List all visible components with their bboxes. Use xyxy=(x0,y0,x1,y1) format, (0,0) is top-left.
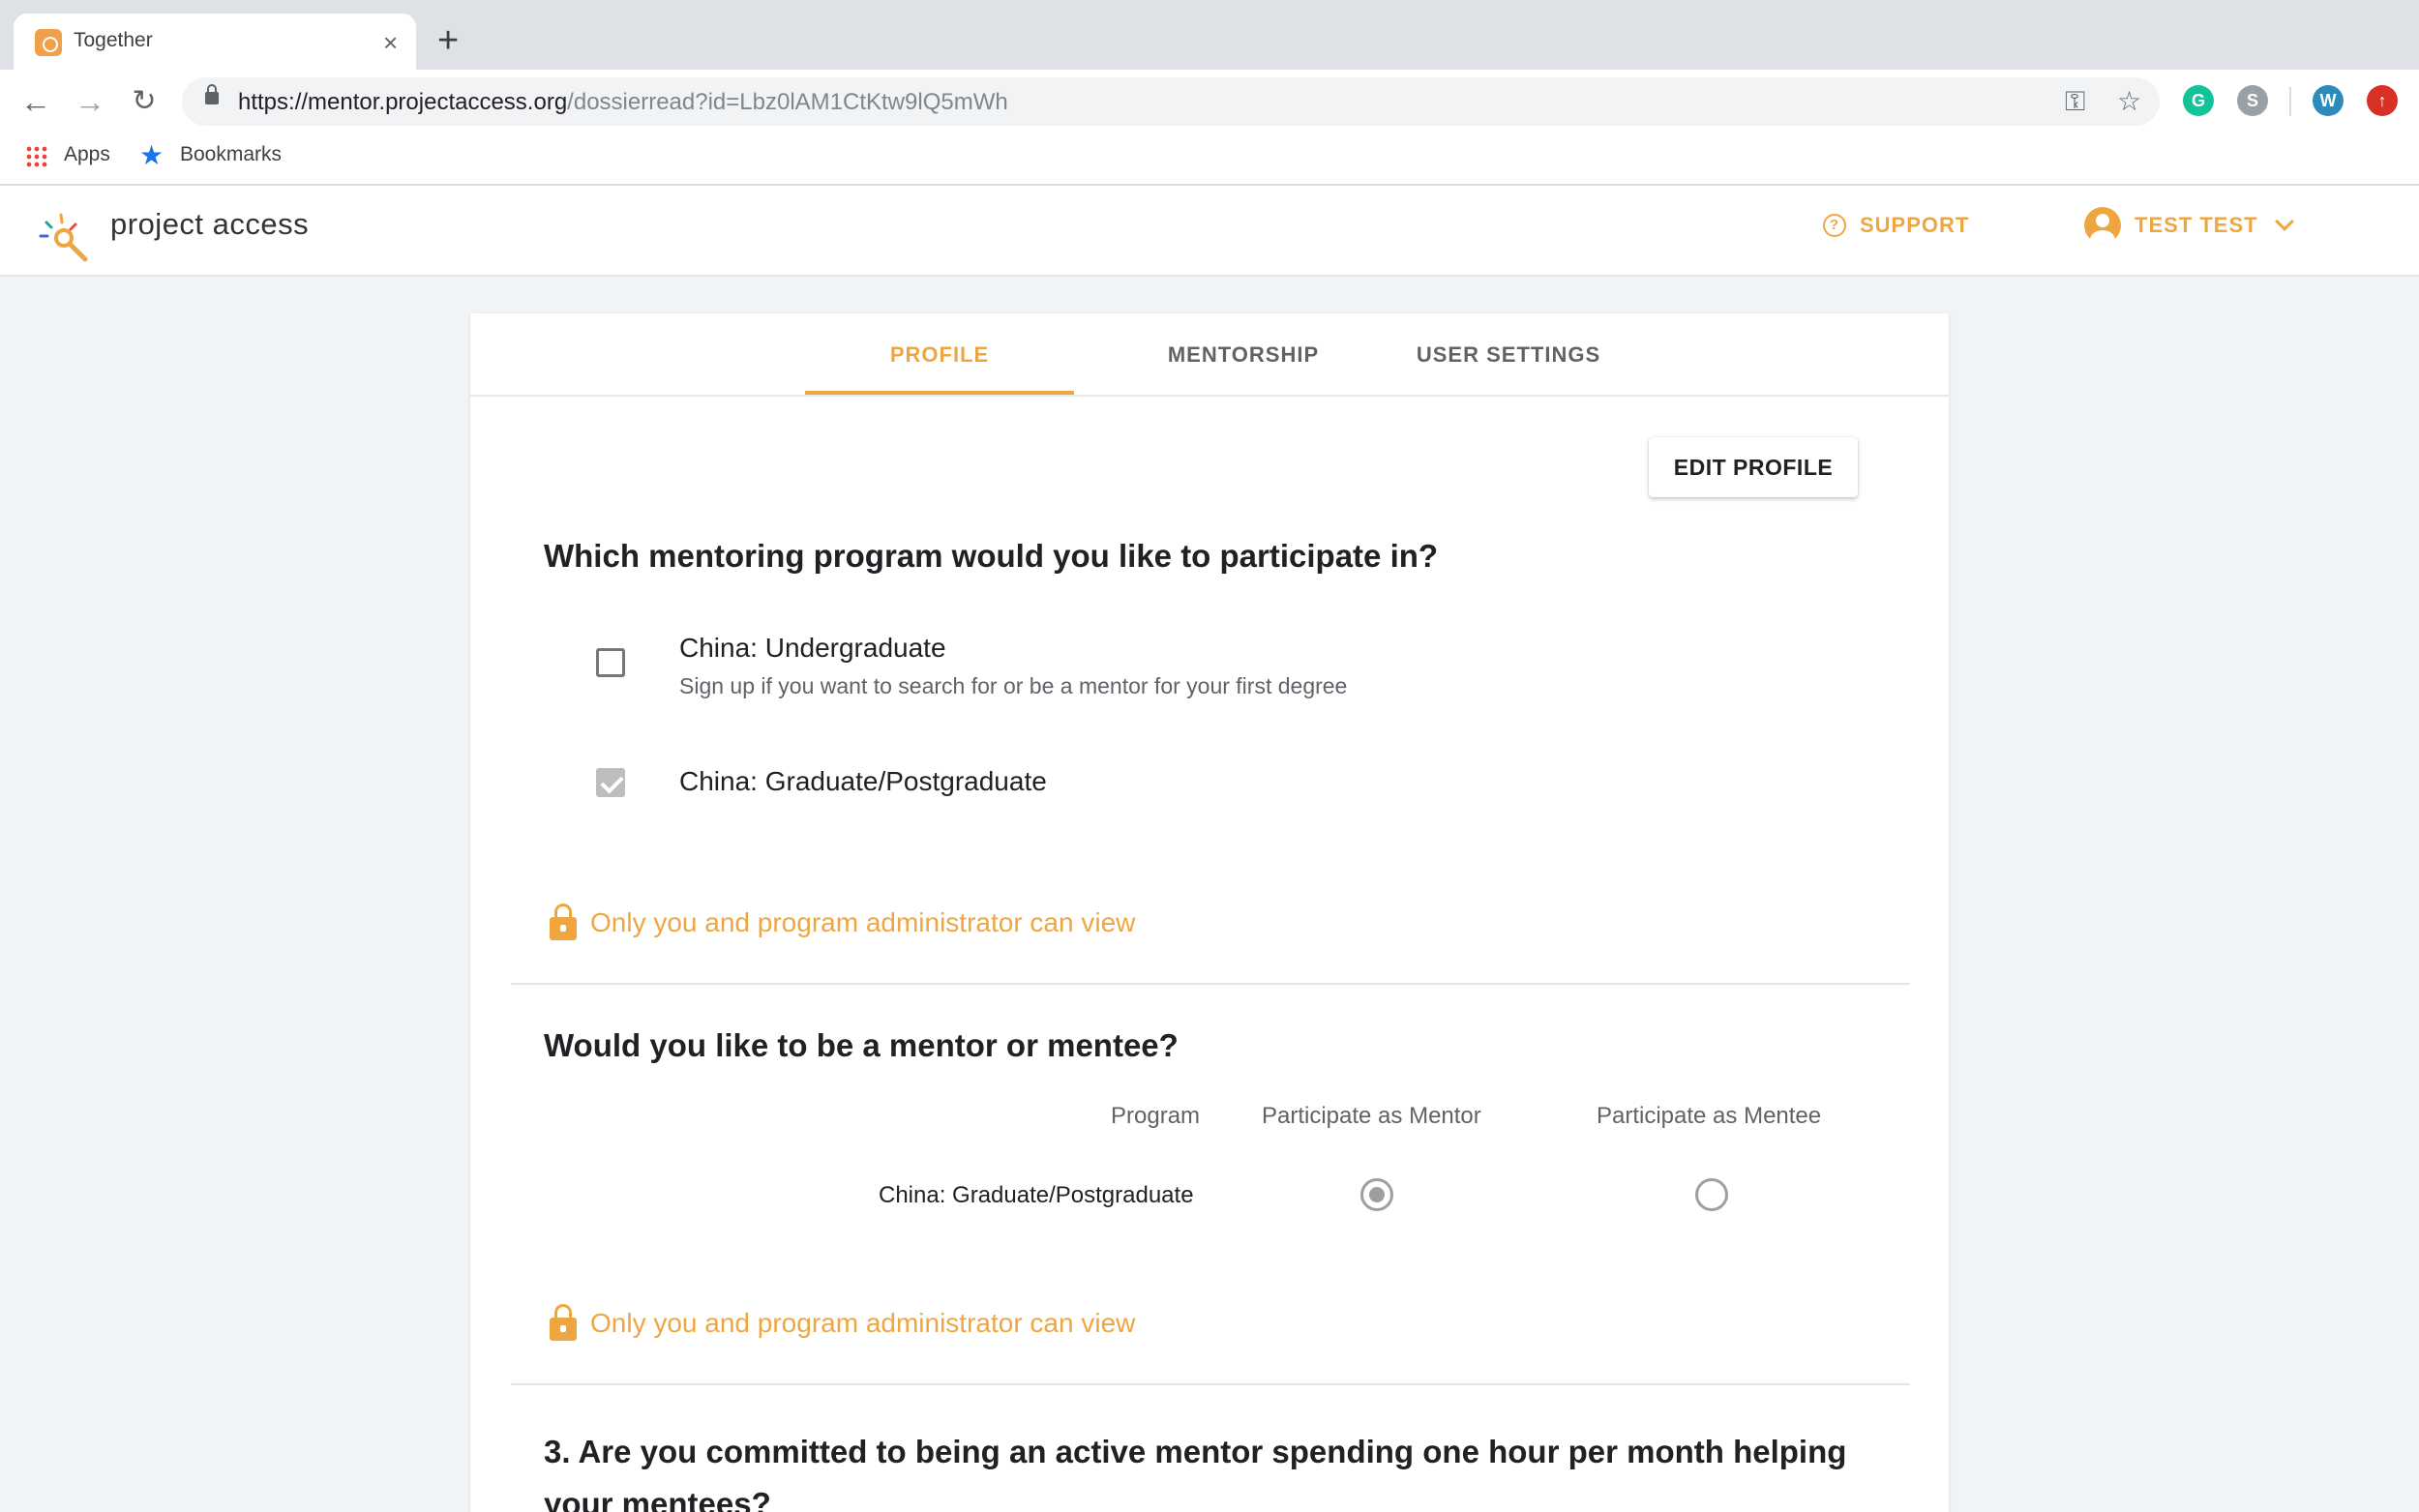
bookmarks-bar: Apps ★ Bookmarks xyxy=(0,133,2419,186)
bookmark-apps[interactable]: Apps xyxy=(64,143,110,166)
column-header-mentor: Participate as Mentor xyxy=(1262,1103,1481,1129)
lock-icon xyxy=(205,84,219,104)
support-label: SUPPORT xyxy=(1860,213,1970,237)
user-menu[interactable]: TEST TEST xyxy=(2084,207,2294,244)
privacy-note: Only you and program administrator can v… xyxy=(550,1304,1136,1341)
url-text[interactable]: https://mentor.projectaccess.org/dossier… xyxy=(238,89,1008,116)
apps-grid-icon[interactable] xyxy=(25,145,48,168)
profile-card: PROFILE MENTORSHIP USER SETTINGS EDIT PR… xyxy=(470,313,1949,1512)
checkbox-china-undergraduate[interactable] xyxy=(596,648,625,677)
section-divider xyxy=(511,1383,1910,1385)
browser-toolbar: ← → ↻ https://mentor.projectaccess.org/d… xyxy=(0,70,2419,133)
column-header-program: Program xyxy=(1111,1103,1201,1129)
skype-icon[interactable]: S xyxy=(2237,85,2268,116)
project-access-logo-icon[interactable] xyxy=(35,203,99,267)
privacy-note: Only you and program administrator can v… xyxy=(550,904,1136,940)
question-program-title: Which mentoring program would you like t… xyxy=(544,538,1439,574)
checkbox-china-graduate[interactable] xyxy=(596,768,625,797)
padlock-icon xyxy=(550,1304,577,1341)
tab-profile[interactable]: PROFILE xyxy=(805,342,1074,368)
bookmark-bookmarks[interactable]: Bookmarks xyxy=(180,143,282,166)
radio-participate-mentor[interactable] xyxy=(1360,1178,1393,1211)
reload-icon[interactable]: ↻ xyxy=(124,81,164,122)
browser-tabstrip: Together × + xyxy=(0,0,2419,72)
bookmarks-star-icon: ★ xyxy=(139,140,164,170)
privacy-note-text: Only you and program administrator can v… xyxy=(590,1308,1136,1338)
user-name: TEST TEST xyxy=(2135,213,2258,237)
active-tab-indicator xyxy=(805,391,1074,395)
key-icon[interactable]: ⚿ xyxy=(2065,87,2085,116)
address-bar[interactable]: https://mentor.projectaccess.org/dossier… xyxy=(182,77,2160,126)
toolbar-separator xyxy=(2289,87,2291,116)
option-label-graduate: China: Graduate/Postgraduate xyxy=(679,766,1047,796)
user-account-icon xyxy=(2084,207,2121,244)
option-label-undergraduate: China: Undergraduate xyxy=(679,633,946,663)
new-tab-icon[interactable]: + xyxy=(437,21,459,60)
brand-name[interactable]: project access xyxy=(110,207,309,242)
section-divider xyxy=(511,983,1910,985)
question-commitment-title: 3. Are you committed to being an active … xyxy=(544,1434,1847,1512)
column-header-mentee: Participate as Mentee xyxy=(1597,1103,1822,1129)
profile-avatar[interactable]: W xyxy=(2313,85,2344,116)
tab-user-settings[interactable]: USER SETTINGS xyxy=(1374,342,1643,368)
radio-participate-mentee[interactable] xyxy=(1695,1178,1728,1211)
update-icon[interactable]: ↑ xyxy=(2367,85,2398,116)
bookmark-star-icon[interactable]: ☆ xyxy=(2117,87,2141,116)
edit-profile-button[interactable]: EDIT PROFILE xyxy=(1649,437,1858,497)
chevron-down-icon xyxy=(2274,212,2294,231)
padlock-icon xyxy=(550,904,577,940)
help-circle-icon: ? xyxy=(1823,214,1846,237)
question-role-title: Would you like to be a mentor or mentee? xyxy=(544,1027,1179,1063)
back-arrow-icon[interactable]: ← xyxy=(15,81,56,122)
together-favicon-icon xyxy=(35,29,62,56)
tab-mentorship[interactable]: MENTORSHIP xyxy=(1109,342,1378,368)
option-description-undergraduate: Sign up if you want to search for or be … xyxy=(679,673,1348,698)
tab-title: Together xyxy=(74,29,153,51)
forward-arrow-icon[interactable]: → xyxy=(70,81,110,122)
row-label-program: China: Graduate/Postgraduate xyxy=(879,1182,1194,1208)
browser-tab[interactable]: Together × xyxy=(14,14,416,72)
privacy-note-text: Only you and program administrator can v… xyxy=(590,907,1136,937)
app-header: project access ? SUPPORT TEST TEST xyxy=(0,186,2419,277)
profile-tabs: PROFILE MENTORSHIP USER SETTINGS xyxy=(470,313,1949,397)
close-tab-icon[interactable]: × xyxy=(383,29,398,56)
grammarly-icon[interactable]: G xyxy=(2183,85,2214,116)
support-link[interactable]: ? SUPPORT xyxy=(1823,213,1969,238)
